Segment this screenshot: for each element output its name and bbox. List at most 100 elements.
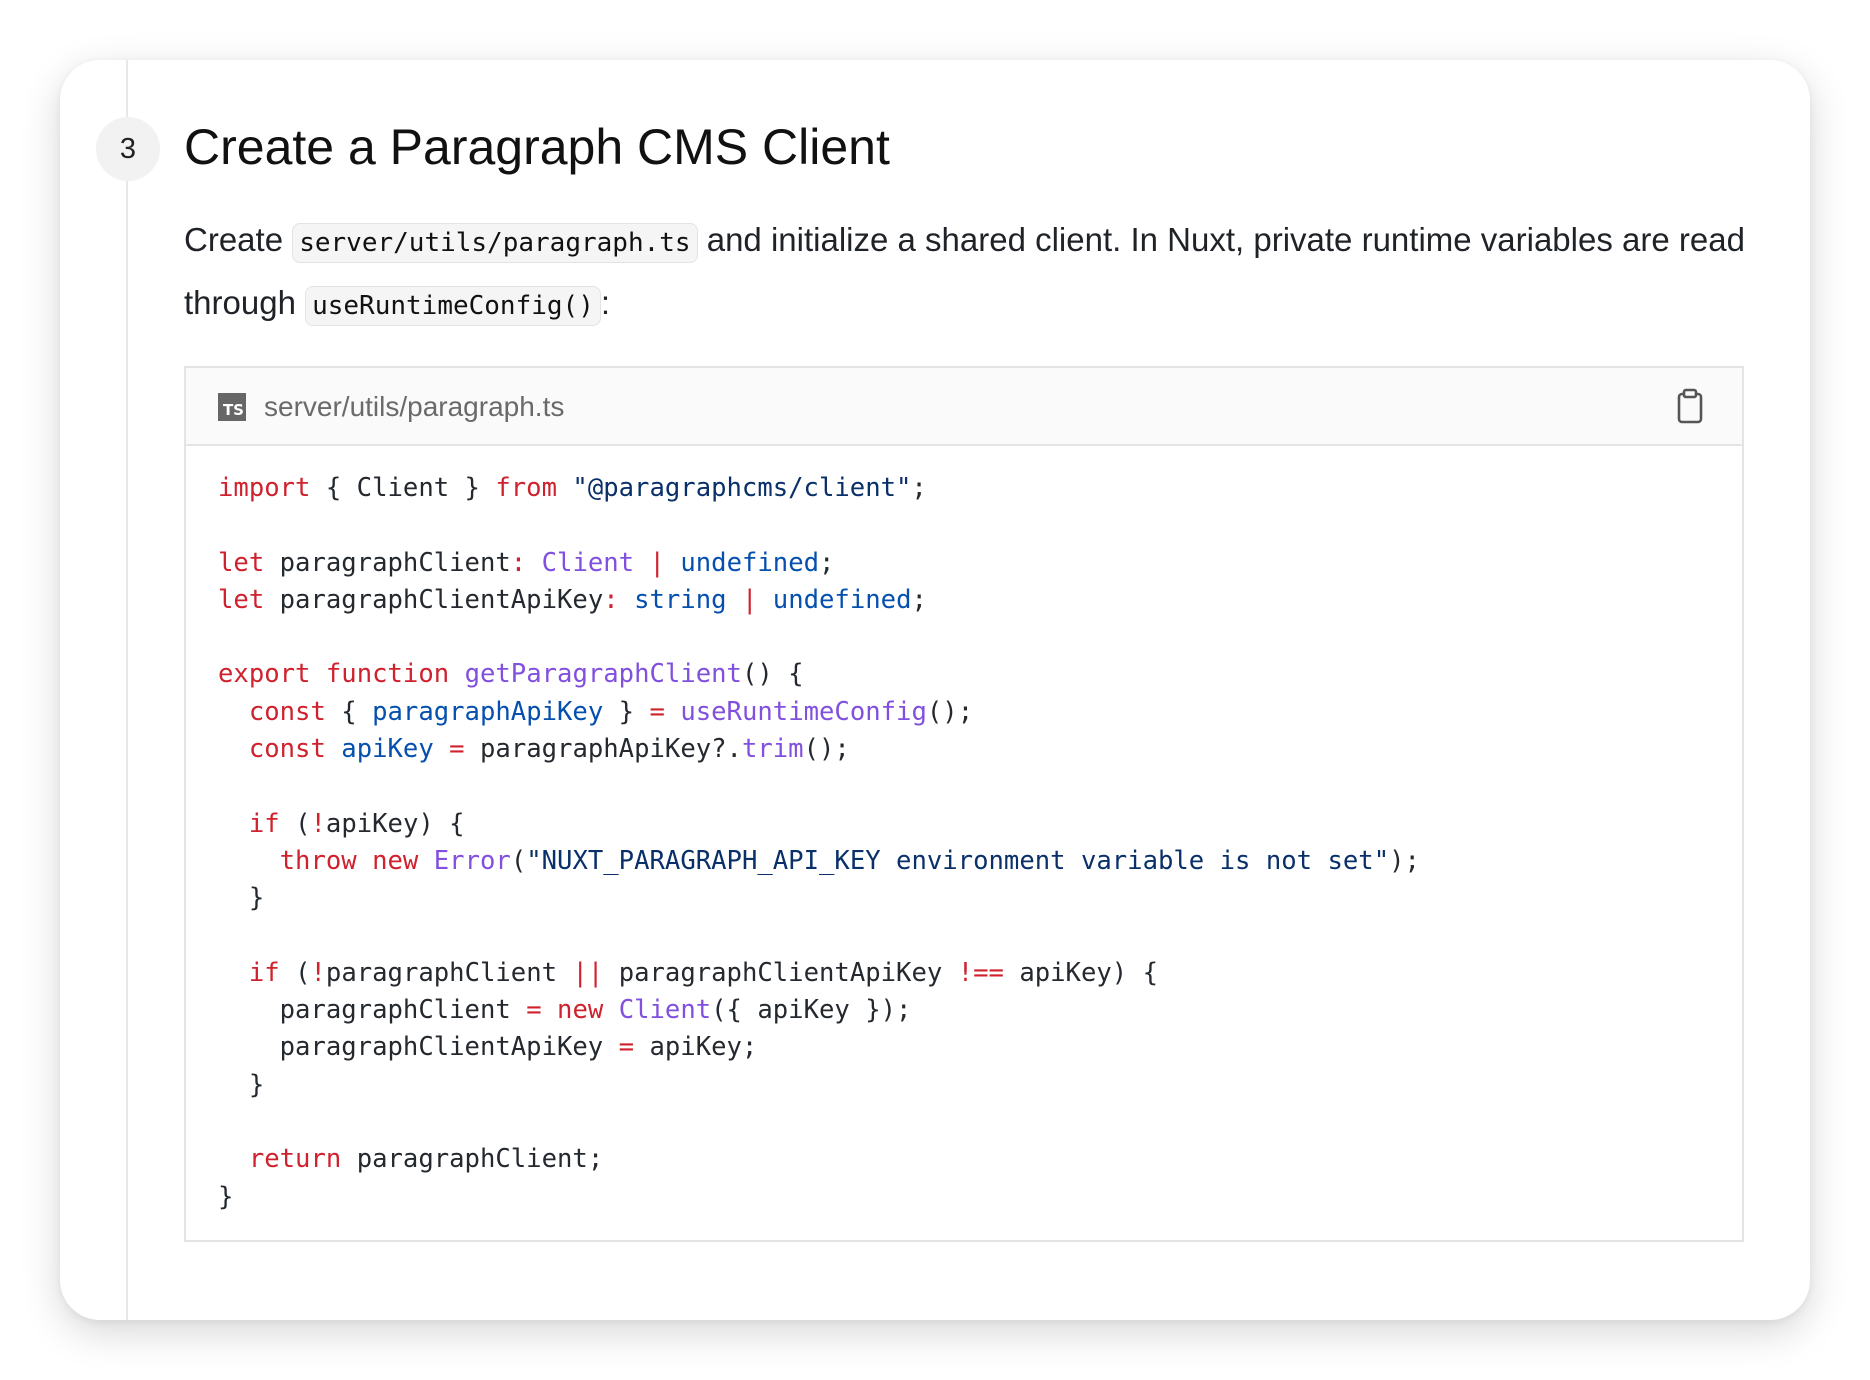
- code-token: |: [741, 584, 758, 615]
- code-file-name: server/utils/paragraph.ts: [264, 391, 565, 422]
- code-token: ();: [803, 734, 850, 765]
- code-token: apiKey) {: [1003, 957, 1159, 988]
- code-token: Error: [433, 845, 511, 876]
- code-lines: import { Client } from "@paragraphcms/cl…: [218, 470, 1710, 1216]
- copy-code-button[interactable]: [1670, 386, 1710, 426]
- code-token: =: [526, 995, 542, 1026]
- clipboard-icon: [1677, 388, 1703, 424]
- code-token: import: [218, 473, 311, 503]
- code-token: let: [218, 584, 265, 615]
- code-token: paragraphClientApiKey: [264, 584, 604, 615]
- code-content: import { Client } from "@paragraphcms/cl…: [186, 446, 1742, 1240]
- code-token: string: [634, 584, 727, 615]
- code-token: ();: [926, 696, 974, 727]
- code-line: const apiKey = paragraphApiKey?.trim();: [218, 731, 1710, 768]
- code-token: { Client }: [310, 473, 496, 503]
- code-token: from: [495, 473, 557, 503]
- code-token: if: [248, 808, 280, 839]
- code-token: new: [372, 845, 419, 876]
- code-token: paragraphClientApiKey: [603, 957, 958, 988]
- code-token: Client: [618, 995, 712, 1026]
- typescript-file-icon: TS: [218, 393, 246, 421]
- code-line: }: [218, 1067, 1710, 1104]
- code-line: }: [218, 1179, 1710, 1216]
- code-token: throw: [279, 845, 357, 876]
- code-line: let paragraphClient: Client | undefined;: [218, 545, 1710, 582]
- code-line: const { paragraphApiKey } = useRuntimeCo…: [218, 694, 1710, 731]
- code-token: function: [325, 659, 450, 690]
- code-token: ;: [911, 584, 927, 615]
- code-token: }: [218, 883, 265, 914]
- code-token: const: [248, 734, 326, 765]
- code-token: "NUXT_PARAGRAPH_API_KEY environment vari…: [526, 845, 1390, 876]
- description-text: Create: [184, 221, 293, 258]
- code-token: |: [649, 547, 665, 578]
- code-token: export: [218, 659, 311, 690]
- code-token: paragraphClientApiKey: [218, 1032, 619, 1063]
- code-token: ;: [911, 473, 927, 503]
- code-line: import { Client } from "@paragraphcms/cl…: [218, 470, 1710, 507]
- code-token: (: [279, 957, 311, 988]
- code-token: const: [248, 696, 326, 727]
- code-line: return paragraphClient;: [218, 1141, 1710, 1178]
- code-token: paragraphApiKey: [372, 696, 604, 727]
- code-line: let paragraphClientApiKey: string | unde…: [218, 582, 1710, 619]
- description-text: :: [600, 284, 611, 321]
- step-timeline-line: [126, 60, 128, 1320]
- code-line: paragraphClientApiKey = apiKey;: [218, 1029, 1710, 1066]
- code-token: "@paragraphcms/client": [572, 473, 912, 503]
- step-card: 3 Create a Paragraph CMS Client Create s…: [60, 60, 1810, 1320]
- code-token: =: [449, 734, 465, 765]
- code-token: (: [279, 808, 311, 839]
- code-line: export function getParagraphClient() {: [218, 656, 1710, 693]
- code-block-header: TS server/utils/paragraph.ts: [186, 368, 1742, 446]
- code-token: useRuntimeConfig: [680, 696, 927, 727]
- code-line: paragraphClient = new Client({ apiKey })…: [218, 992, 1710, 1029]
- code-token: (: [510, 845, 527, 876]
- code-token: }: [218, 1069, 265, 1100]
- code-token: ({ apiKey });: [711, 995, 912, 1026]
- code-token: () {: [741, 659, 804, 690]
- code-token: !: [310, 808, 326, 839]
- code-token: !: [310, 957, 326, 988]
- code-block: TS server/utils/paragraph.ts import { Cl…: [184, 366, 1744, 1242]
- code-token: }: [218, 1181, 234, 1212]
- code-token: !==: [957, 957, 1004, 988]
- code-token: undefined: [680, 547, 820, 578]
- code-token: :: [603, 584, 619, 615]
- code-token: paragraphClient: [325, 957, 573, 988]
- code-token: );: [1389, 845, 1420, 876]
- code-token: apiKey;: [634, 1032, 758, 1063]
- code-token: new: [557, 995, 604, 1026]
- code-token: apiKey: [341, 734, 434, 765]
- inline-code-file-path: server/utils/paragraph.ts: [292, 223, 698, 263]
- code-line: }: [218, 880, 1710, 917]
- code-token: {: [325, 696, 373, 727]
- code-token: paragraphClient;: [341, 1144, 604, 1175]
- code-token: ;: [819, 547, 835, 578]
